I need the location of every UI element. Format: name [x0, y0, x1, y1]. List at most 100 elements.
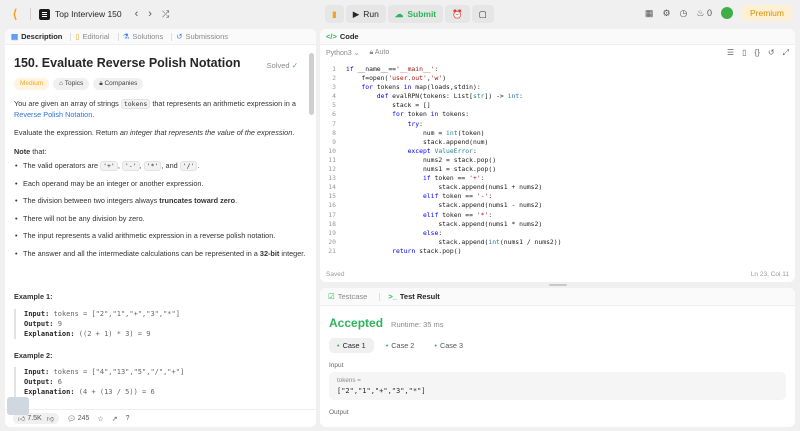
tab-submissions[interactable]: ↺ Submissions [176, 32, 228, 41]
code-line[interactable]: 5 stack = [] [320, 101, 795, 110]
runtime: Runtime: 35 ms [391, 320, 444, 329]
run-button[interactable]: ▶ Run [345, 5, 386, 23]
code-line[interactable]: 15 elif token == '-': [320, 192, 795, 201]
variable-value: ["2","1","+","3","*"] [337, 387, 426, 395]
line-code: stack = [] [346, 101, 431, 110]
code-line[interactable]: 21 return stack.pop() [320, 247, 795, 256]
text: Evaluate the expression. Return [14, 128, 120, 137]
comments-button[interactable]: 💬︎ 245 [67, 415, 90, 423]
text: . [92, 109, 95, 119]
code-line[interactable]: 16 stack.append(nums1 - nums2) [320, 201, 795, 210]
code-line[interactable]: 17 elif token == '*': [320, 211, 795, 220]
code-line[interactable]: 14 stack.append(nums1 + nums2) [320, 183, 795, 192]
code-line[interactable]: 7 try: [320, 120, 795, 129]
code-line[interactable]: 10 except ValueError: [320, 147, 795, 156]
resize-grip[interactable] [548, 284, 567, 286]
scrollbar[interactable] [309, 53, 314, 115]
code-line[interactable]: 9 stack.append(num) [320, 138, 795, 147]
timer-button[interactable]: ⏰ [445, 5, 470, 23]
dislike-button[interactable]: 👎︎ [47, 414, 54, 423]
code-editor[interactable]: 1 if __name__=='__main__': 2 f=open('user.… [320, 65, 795, 258]
topics-badge[interactable]: ⌂ Topics [53, 77, 90, 90]
code-line[interactable]: 13 if token == '+': [320, 174, 795, 183]
line-number: 12 [328, 165, 336, 174]
line-code: except ValueError: [407, 146, 477, 155]
code-line[interactable]: 4 def evalRPN(tokens: List[str]) -> int: [320, 92, 795, 101]
description-panel: ▤ Description ▯ Editorial ⚗ Solutions ↺ Subm… [5, 29, 316, 427]
prev-problem-icon[interactable]: ‹ [135, 8, 139, 20]
companies-badge[interactable]: 🔒︎ Companies [93, 77, 144, 90]
share-button[interactable]: ↗ [112, 415, 118, 423]
expand-icon[interactable]: ⤢ [783, 48, 789, 58]
line-number: 10 [328, 146, 336, 155]
favorite-button[interactable]: ☆ [97, 415, 103, 423]
panel-resize-handle[interactable] [320, 283, 795, 287]
inline-code: '+' [100, 161, 118, 171]
problem-list-title[interactable]: Top Interview 150 [55, 9, 122, 19]
notifications-icon[interactable]: ◷ [680, 8, 688, 19]
line-number: 18 [328, 219, 336, 228]
tab-description[interactable]: ▤ Description [11, 32, 62, 41]
line-number: 19 [328, 228, 336, 237]
premium-button[interactable]: Premium [741, 5, 792, 21]
list-item: The answer and all the intermediate calc… [14, 249, 307, 260]
code-line[interactable]: 3 for tokens in map(loads,stdin): [320, 83, 795, 92]
line-number: 3 [332, 83, 336, 92]
code-line[interactable]: 2 f=open('user.out','w') [320, 74, 795, 83]
rpn-link[interactable]: Reverse Polish Notation [14, 110, 92, 119]
problem-badges: Medium ⌂ Topics 🔒︎ Companies [14, 77, 307, 90]
reset-icon[interactable]: ↺ [768, 48, 775, 58]
avatar[interactable] [720, 7, 733, 19]
layout-grid-icon[interactable]: ▦ [645, 8, 654, 19]
bookmark-icon[interactable]: ▯ [742, 48, 746, 58]
line-code: else: [422, 228, 443, 237]
code-line[interactable]: 20 stack.append(int(nums1 / nums2)) [320, 238, 795, 247]
code-line[interactable]: 1 if __name__=='__main__': [320, 65, 795, 74]
cloud-upload-icon: ☁ [394, 8, 404, 19]
next-problem-icon[interactable]: › [148, 8, 152, 20]
evaluate-paragraph: Evaluate the expression. Return an integ… [14, 128, 307, 139]
case-tab[interactable]: • Case 2 [378, 338, 423, 353]
debug-button[interactable]: ▮ [325, 5, 344, 23]
braces-icon[interactable]: {} [755, 48, 760, 58]
shuffle-icon[interactable]: ⤮ [162, 9, 169, 20]
code-line[interactable]: 6 for token in tokens: [320, 110, 795, 119]
tab-editorial[interactable]: ▯ Editorial [75, 32, 109, 41]
streak-count[interactable]: ♨ 0 [696, 8, 712, 19]
code-line[interactable]: 12 nums1 = stack.pop() [320, 165, 795, 174]
page-title[interactable]: 150. Evaluate Reverse Polish Notation [14, 57, 307, 69]
companies-label: Companies [104, 79, 138, 87]
value: 6 [57, 378, 62, 386]
camera-overlay-icon[interactable] [7, 397, 29, 415]
submit-button[interactable]: ☁ Submit [387, 5, 444, 23]
like-count: 7.5K [27, 415, 42, 422]
line-number: 15 [328, 192, 336, 201]
format-icon[interactable]: ☰ [727, 48, 734, 58]
tab-testcase[interactable]: ☑ Testcase [328, 292, 367, 301]
help-button[interactable]: ? [126, 415, 130, 422]
notes-button[interactable]: ▢ [471, 5, 494, 23]
tab-test-result[interactable]: >_ Test Result [388, 292, 439, 301]
share-icon: ↗ [111, 415, 118, 423]
case-tab[interactable]: • Case 3 [426, 338, 471, 353]
language-select[interactable]: Python3 ⌄ [326, 49, 360, 57]
line-code: elif token == '-': [422, 192, 493, 201]
code-line[interactable]: 18 stack.append(nums1 * nums2) [320, 220, 795, 229]
leetcode-logo-icon[interactable]: ⟨ [8, 7, 22, 21]
text: . [292, 128, 295, 137]
difficulty-badge: Medium [14, 77, 50, 90]
like-button[interactable]: 👍︎ 7.5K [18, 414, 42, 423]
settings-gear-icon[interactable]: ⚙ [662, 8, 670, 19]
thumbs-down-icon: 👎︎ [46, 416, 54, 423]
label: Input: [24, 309, 50, 318]
problem-list-icon[interactable] [39, 8, 50, 20]
code-line[interactable]: 11 nums2 = stack.pop() [320, 156, 795, 165]
tab-code[interactable]: Code [340, 32, 359, 41]
help-icon: ? [125, 415, 130, 422]
tab-solutions[interactable]: ⚗ Solutions [123, 32, 164, 41]
code-line[interactable]: 8 num = int(token) [320, 129, 795, 138]
autocomplete-toggle[interactable]: 🔒︎ Auto [370, 49, 390, 57]
case-tab[interactable]: • Case 1 [329, 338, 374, 353]
code-line[interactable]: 19 else: [320, 229, 795, 238]
inline-code: tokens [120, 99, 151, 109]
